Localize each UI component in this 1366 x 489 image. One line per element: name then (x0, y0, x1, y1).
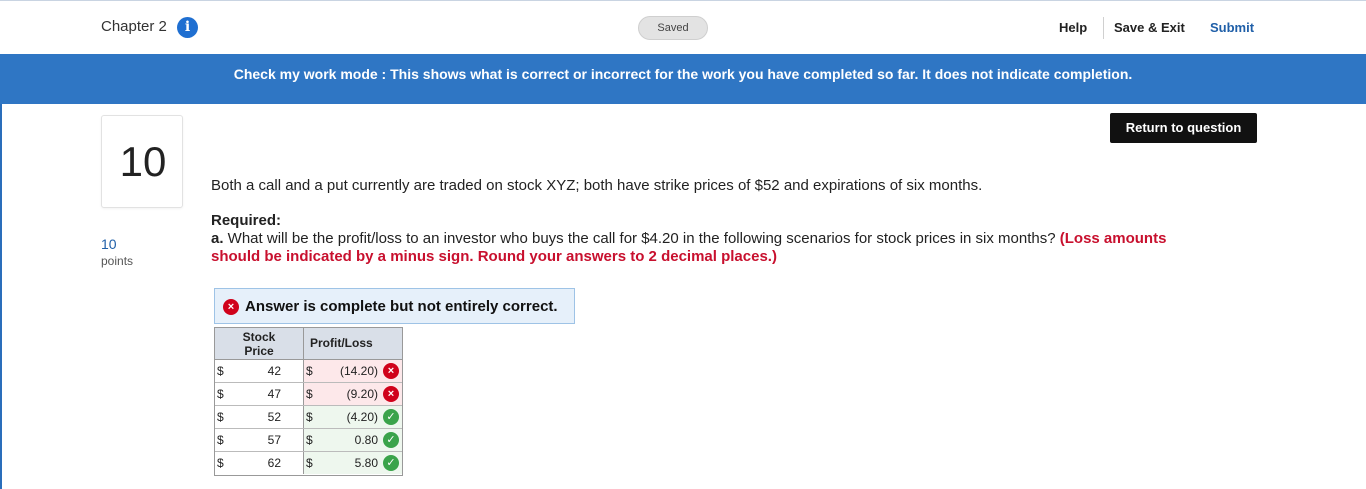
header-stock-price-line1: Stock (242, 330, 276, 344)
dollar-sign: $ (306, 387, 313, 401)
answer-status-box: × Answer is complete but not entirely co… (214, 288, 575, 324)
header-stock-price-line2: Price (244, 344, 274, 358)
stock-price-value: 47 (267, 387, 281, 401)
table-body: $42 $ (14.20) × $47 $ (9.20) × $52 $ (4.20) ✓ $57 $0.… (215, 360, 402, 475)
info-icon[interactable]: i (177, 17, 198, 38)
table-row: $47 $ (9.20) × (215, 383, 402, 406)
profit-loss-cell[interactable]: $5.80 ✓ (304, 452, 402, 474)
table-row: $52 $ (4.20) ✓ (215, 406, 402, 429)
save-exit-link[interactable]: Save & Exit (1114, 20, 1185, 35)
stock-price-value: 57 (267, 433, 281, 447)
table-row: $62 $5.80 ✓ (215, 452, 402, 475)
nav-divider (1103, 17, 1104, 39)
correct-check-icon: ✓ (383, 409, 399, 425)
profit-loss-input[interactable]: (14.20) (340, 364, 378, 378)
profit-loss-cell[interactable]: $ (9.20) × (304, 383, 402, 405)
dollar-sign: $ (217, 410, 224, 424)
question-text: Both a call and a put currently are trad… (211, 177, 983, 194)
dollar-sign: $ (217, 433, 224, 447)
points-label: points (101, 254, 134, 268)
header-stock-price: Stock Price (215, 328, 304, 359)
correct-check-icon: ✓ (383, 432, 399, 448)
table-row: $57 $0.80 ✓ (215, 429, 402, 452)
help-link[interactable]: Help (1059, 20, 1087, 35)
stock-price-cell: $62 (215, 452, 304, 474)
check-work-banner: Check my work mode : This shows what is … (0, 54, 1366, 104)
dollar-sign: $ (217, 456, 224, 470)
dollar-sign: $ (306, 410, 313, 424)
dollar-sign: $ (306, 364, 313, 378)
points-value: 10 (101, 236, 117, 252)
profit-loss-input[interactable]: 0.80 (355, 433, 378, 447)
profit-loss-cell[interactable]: $0.80 ✓ (304, 429, 402, 451)
stock-price-cell: $52 (215, 406, 304, 428)
dollar-sign: $ (217, 364, 224, 378)
profit-loss-cell[interactable]: $ (4.20) ✓ (304, 406, 402, 428)
profit-loss-input[interactable]: 5.80 (355, 456, 378, 470)
stock-price-value: 62 (267, 456, 281, 470)
stock-price-value: 42 (267, 364, 281, 378)
question-number: 10 (119, 138, 167, 185)
profit-loss-input[interactable]: (4.20) (347, 410, 378, 424)
profit-loss-input[interactable]: (9.20) (347, 387, 378, 401)
incorrect-x-icon: × (223, 299, 239, 315)
profit-loss-cell[interactable]: $ (14.20) × (304, 360, 402, 382)
saved-status-badge: Saved (638, 16, 708, 40)
submit-link[interactable]: Submit (1210, 20, 1254, 35)
incorrect-x-icon: × (383, 386, 399, 402)
table-row: $42 $ (14.20) × (215, 360, 402, 383)
dollar-sign: $ (217, 387, 224, 401)
stock-price-cell: $47 (215, 383, 304, 405)
answer-status-text: Answer is complete but not entirely corr… (245, 298, 558, 315)
top-header: Chapter 2 i Saved Help Save & Exit Submi… (0, 0, 1366, 54)
stock-price-cell: $57 (215, 429, 304, 451)
header-profit-loss: Profit/Loss (310, 336, 373, 350)
dollar-sign: $ (306, 456, 313, 470)
dollar-sign: $ (306, 433, 313, 447)
part-a-prefix: a. (211, 230, 224, 247)
chapter-title: Chapter 2 (101, 18, 167, 35)
return-to-question-button[interactable]: Return to question (1110, 113, 1257, 143)
question-number-card: 10 (101, 115, 183, 208)
stock-price-value: 52 (267, 410, 281, 424)
part-a-text: What will be the profit/loss to an inves… (223, 230, 1060, 247)
stock-price-cell: $42 (215, 360, 304, 382)
required-label: Required: (211, 212, 282, 229)
part-a-question: a. What will be the profit/loss to an in… (211, 230, 1171, 266)
answer-table: Stock Price Profit/Loss $42 $ (14.20) × $47 $… (214, 327, 403, 476)
correct-check-icon: ✓ (383, 455, 399, 471)
incorrect-x-icon: × (383, 363, 399, 379)
table-header: Stock Price Profit/Loss (215, 328, 402, 360)
